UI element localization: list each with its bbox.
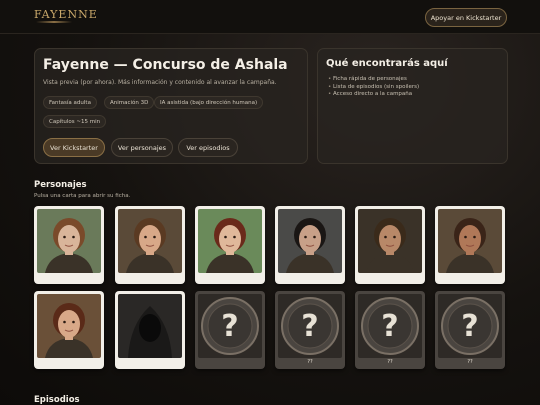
kickstarter-support-button[interactable]: Apoyar en Kickstarter [425, 8, 507, 27]
character-card[interactable] [115, 206, 185, 284]
svg-text:?: ? [301, 309, 318, 344]
character-card-caption [37, 358, 101, 366]
character-card-caption: ?? [307, 359, 313, 365]
portrait-rugged-man [358, 209, 422, 273]
question-mark-icon: ? [438, 294, 502, 358]
character-portrait [278, 209, 342, 273]
character-card[interactable] [435, 206, 505, 284]
hero-panel: Fayenne — Concurso de Ashala Vista previ… [34, 48, 308, 164]
question-mark-icon: ? [278, 294, 342, 358]
character-card-caption [118, 358, 182, 366]
characters-heading: Personajes [34, 180, 87, 190]
character-portrait [37, 294, 101, 358]
portrait-dark-haired-man [278, 209, 342, 273]
character-card[interactable]: ??? [435, 291, 505, 369]
logo-underline [36, 21, 72, 23]
character-card-caption [278, 273, 342, 281]
character-portrait [37, 209, 101, 273]
page-title: Fayenne — Concurso de Ashala [43, 57, 288, 73]
question-mark-icon: ? [198, 294, 262, 358]
portrait-woman-red-dress [37, 294, 101, 358]
character-card-caption: ?? [467, 359, 473, 365]
info-item: Ficha rápida de personajes [328, 76, 419, 84]
portrait-bald-warrior [438, 209, 502, 273]
svg-text:?: ? [221, 309, 238, 344]
character-portrait [358, 209, 422, 273]
portrait-young-man [118, 209, 182, 273]
svg-text:?: ? [461, 309, 478, 344]
character-card[interactable] [34, 291, 104, 369]
fayenne-logo[interactable]: FAYENNE [34, 8, 98, 21]
character-card[interactable] [355, 206, 425, 284]
character-portrait [118, 209, 182, 273]
tag-animacion-3d: Animación 3D [104, 96, 155, 109]
character-card[interactable] [34, 206, 104, 284]
locked-portrait: ? [438, 294, 502, 358]
character-card-caption [198, 358, 262, 366]
info-list: Ficha rápida de personajes Lista de epis… [328, 76, 419, 99]
hero-subtitle: Vista previa (por ahora). Más informació… [43, 79, 277, 86]
info-panel: Qué encontrarás aquí Ficha rápida de per… [317, 48, 508, 164]
character-card[interactable]: ??? [275, 291, 345, 369]
character-card[interactable] [275, 206, 345, 284]
tag-ia-asistida: IA asistida (bajo dirección humana) [154, 96, 264, 109]
character-card-caption: ?? [387, 359, 393, 365]
locked-portrait: ? [278, 294, 342, 358]
character-card-caption [37, 273, 101, 281]
tag-capitulos: Capítulos ~15 min [43, 115, 107, 128]
character-card[interactable] [115, 291, 185, 369]
top-bar: FAYENNE Apoyar en Kickstarter [0, 0, 540, 34]
episodes-heading: Episodios [34, 395, 80, 405]
view-episodes-button[interactable]: Ver episodios [178, 138, 238, 157]
view-kickstarter-button[interactable]: Ver Kickstarter [43, 138, 105, 157]
character-card-caption [438, 273, 502, 281]
view-characters-button[interactable]: Ver personajes [111, 138, 173, 157]
character-card-caption [198, 273, 262, 281]
characters-subtitle: Pulsa una carta para abrir su ficha. [34, 193, 131, 199]
info-item: Lista de episodios (sin spoilers) [328, 84, 419, 92]
character-card[interactable] [195, 206, 265, 284]
character-card[interactable]: ??? [355, 291, 425, 369]
character-card[interactable]: ? [195, 291, 265, 369]
portrait-girl [198, 209, 262, 273]
character-portrait [118, 294, 182, 358]
portrait-young-woman [37, 209, 101, 273]
character-portrait [438, 209, 502, 273]
svg-text:?: ? [381, 309, 398, 344]
info-title: Qué encontrarás aquí [326, 58, 448, 69]
character-card-caption [358, 273, 422, 281]
character-card-caption [118, 273, 182, 281]
question-mark-icon: ? [358, 294, 422, 358]
locked-portrait: ? [198, 294, 262, 358]
info-item: Acceso directo a la campaña [328, 91, 419, 99]
hooded-figure-icon [118, 294, 182, 358]
character-portrait [198, 209, 262, 273]
tag-fantasia-adulta: Fantasía adulta [43, 96, 97, 109]
locked-portrait: ? [358, 294, 422, 358]
